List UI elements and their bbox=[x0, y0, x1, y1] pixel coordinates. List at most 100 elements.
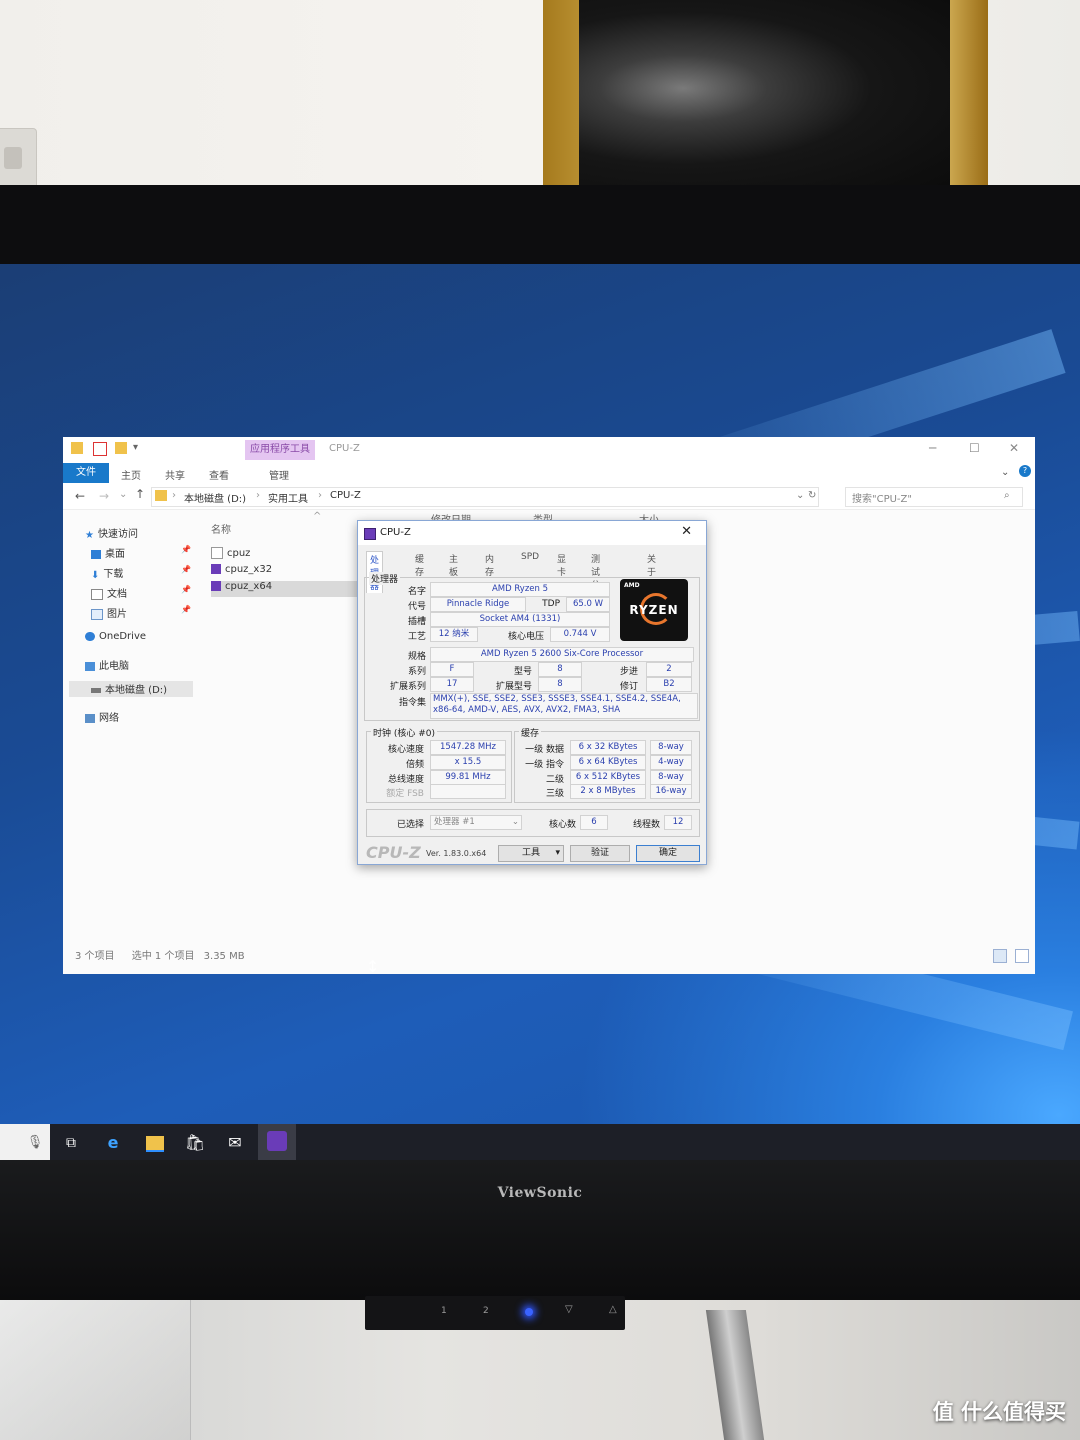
help-icon[interactable]: ? bbox=[1019, 465, 1031, 477]
pin-icon[interactable]: 📌 bbox=[181, 605, 191, 614]
taskbar: 🎙 ⧉ e 🛍 ✉ bbox=[0, 1124, 1080, 1160]
label-ext-family: 扩展系列 bbox=[389, 682, 426, 692]
nav-quick-access[interactable]: ★ 快速访问 bbox=[85, 525, 138, 541]
edge-browser-icon[interactable]: e bbox=[102, 1132, 124, 1154]
explorer-titlebar[interactable]: ▾ 应用程序工具 CPU-Z ─ ☐ ✕ bbox=[63, 437, 1035, 463]
breadcrumb-cpuz[interactable]: CPU-Z bbox=[330, 490, 361, 501]
ryzen-logo-text: RYZEN bbox=[629, 603, 679, 617]
nav-documents[interactable]: 文档 bbox=[91, 585, 127, 601]
close-icon[interactable]: ✕ bbox=[681, 524, 692, 539]
microphone-icon[interactable]: 🎙 bbox=[24, 1132, 46, 1154]
power-led-icon[interactable] bbox=[525, 1308, 533, 1316]
breadcrumb-chevron: › bbox=[256, 490, 260, 501]
value-multiplier: x 15.5 bbox=[430, 755, 506, 770]
ribbon-tabs: 文件 主页 共享 查看 管理 ⌄ ? bbox=[63, 463, 1035, 483]
tab-graphics[interactable]: 显卡 bbox=[554, 551, 569, 579]
tab-caches[interactable]: 缓存 bbox=[412, 551, 427, 579]
version-text: Ver. 1.83.0.x64 bbox=[426, 849, 487, 858]
cloud-icon bbox=[85, 631, 95, 641]
value-tdp: 65.0 W bbox=[566, 597, 610, 612]
tab-file[interactable]: 文件 bbox=[63, 463, 109, 483]
back-arrow-icon[interactable]: ← bbox=[75, 489, 85, 503]
breadcrumb-local-disk[interactable]: 本地磁盘 (D:) bbox=[184, 490, 246, 505]
status-bar: 3 个项目 选中 1 个项目 3.35 MB bbox=[75, 947, 245, 962]
new-folder-icon[interactable] bbox=[115, 442, 127, 454]
properties-icon[interactable] bbox=[93, 442, 107, 456]
minimize-button[interactable]: ─ bbox=[929, 441, 936, 455]
validate-button[interactable]: 验证 bbox=[570, 845, 630, 862]
tools-button[interactable]: 工具 ▾ bbox=[498, 845, 564, 862]
file-item[interactable]: cpuz_x32 bbox=[211, 564, 361, 580]
down-arrow-icon[interactable]: ▽ bbox=[565, 1304, 573, 1315]
window-title: CPU-Z bbox=[329, 443, 360, 454]
maximize-button[interactable]: ☐ bbox=[969, 441, 980, 455]
tab-manage[interactable]: 管理 bbox=[269, 467, 289, 482]
value-bus-speed: 99.81 MHz bbox=[430, 770, 506, 785]
app-tools-context-tab[interactable]: 应用程序工具 bbox=[245, 440, 315, 460]
nav-onedrive[interactable]: OneDrive bbox=[85, 631, 146, 647]
monitor-button-1[interactable]: 1 bbox=[441, 1306, 447, 1316]
label-core-speed: 核心速度 bbox=[387, 745, 424, 755]
tab-memory[interactable]: 内存 bbox=[482, 551, 497, 579]
pin-icon[interactable]: 📌 bbox=[181, 585, 191, 594]
ribbon-expand-icon[interactable]: ⌄ bbox=[1001, 467, 1009, 478]
file-item-selected[interactable]: cpuz_x64 bbox=[211, 581, 361, 597]
tab-about[interactable]: 关于 bbox=[644, 551, 659, 579]
close-button[interactable]: ✕ bbox=[1009, 441, 1019, 455]
nav-network[interactable]: 网络 bbox=[85, 709, 119, 725]
refresh-icon[interactable]: ↻ bbox=[808, 490, 816, 501]
mail-icon[interactable]: ✉ bbox=[224, 1132, 246, 1154]
file-item[interactable]: cpuz bbox=[211, 547, 361, 563]
pin-icon[interactable]: 📌 bbox=[181, 565, 191, 574]
tab-home[interactable]: 主页 bbox=[121, 467, 141, 482]
file-explorer-taskbar-icon[interactable] bbox=[144, 1132, 166, 1154]
forward-arrow-icon[interactable]: → bbox=[99, 489, 109, 503]
value-package: Socket AM4 (1331) bbox=[430, 612, 610, 627]
address-dropdown-icon[interactable]: ⌄ bbox=[796, 490, 804, 501]
cpuz-app-icon bbox=[364, 528, 376, 540]
monitor-button-2[interactable]: 2 bbox=[483, 1306, 489, 1316]
address-bar[interactable]: › 本地磁盘 (D:) › 实用工具 › CPU-Z ⌄ ↻ bbox=[151, 487, 819, 507]
processor-select[interactable]: 处理器 #1 ⌄ bbox=[430, 815, 522, 830]
value-technology: 12 纳米 bbox=[430, 627, 478, 642]
cpuz-titlebar[interactable]: CPU-Z ✕ bbox=[358, 521, 706, 545]
tab-view[interactable]: 查看 bbox=[209, 467, 229, 482]
taskbar-search-box[interactable]: 🎙 bbox=[0, 1124, 50, 1160]
search-input[interactable]: 搜索"CPU-Z" ⌕ bbox=[845, 487, 1023, 507]
customize-quick-access-icon[interactable]: ▾ bbox=[133, 442, 141, 454]
nav-pictures[interactable]: 图片 bbox=[91, 605, 127, 621]
breadcrumb-chevron: › bbox=[318, 490, 322, 501]
column-name[interactable]: 名称 bbox=[211, 521, 231, 536]
tab-share[interactable]: 共享 bbox=[165, 467, 185, 482]
label-l3: 三级 bbox=[545, 789, 564, 799]
up-arrow-icon[interactable]: ↑ bbox=[135, 487, 145, 501]
folder-icon bbox=[155, 490, 167, 501]
ok-button[interactable]: 确定 bbox=[636, 845, 700, 862]
cpuz-taskbar-button[interactable] bbox=[258, 1124, 296, 1160]
up-arrow-icon[interactable]: △ bbox=[609, 1304, 617, 1315]
nav-this-pc[interactable]: 此电脑 bbox=[85, 657, 129, 673]
desktop-icon bbox=[91, 549, 101, 559]
label-l2: 二级 bbox=[545, 775, 564, 785]
tab-mainboard[interactable]: 主板 bbox=[446, 551, 461, 579]
value-l1-inst-size: 6 x 64 KBytes bbox=[570, 755, 646, 770]
nav-local-disk[interactable]: 本地磁盘 (D:) bbox=[69, 681, 193, 697]
monitor-chin bbox=[0, 1160, 1080, 1300]
details-view-icon[interactable] bbox=[993, 949, 1007, 963]
store-icon[interactable]: 🛍 bbox=[184, 1132, 206, 1154]
tab-spd[interactable]: SPD bbox=[518, 551, 542, 563]
label-multiplier: 倍频 bbox=[405, 760, 424, 770]
amd-logo-text: AMD bbox=[624, 582, 640, 589]
large-icons-view-icon[interactable] bbox=[1015, 949, 1029, 963]
value-core-speed: 1547.28 MHz bbox=[430, 740, 506, 755]
framed-photo bbox=[579, 0, 950, 196]
cpuz-logo: CPU-Z bbox=[366, 843, 421, 862]
nav-downloads[interactable]: ⬇ 下载 bbox=[91, 565, 123, 581]
breadcrumb-utilities[interactable]: 实用工具 bbox=[268, 490, 308, 505]
nav-desktop[interactable]: 桌面 bbox=[91, 545, 125, 561]
label-l1-inst: 一级 指令 bbox=[525, 760, 564, 770]
label-stepping: 步进 bbox=[619, 667, 638, 677]
task-view-icon[interactable]: ⧉ bbox=[60, 1132, 82, 1154]
pin-icon[interactable]: 📌 bbox=[181, 545, 191, 554]
recent-locations-icon[interactable]: ⌄ bbox=[119, 489, 127, 500]
